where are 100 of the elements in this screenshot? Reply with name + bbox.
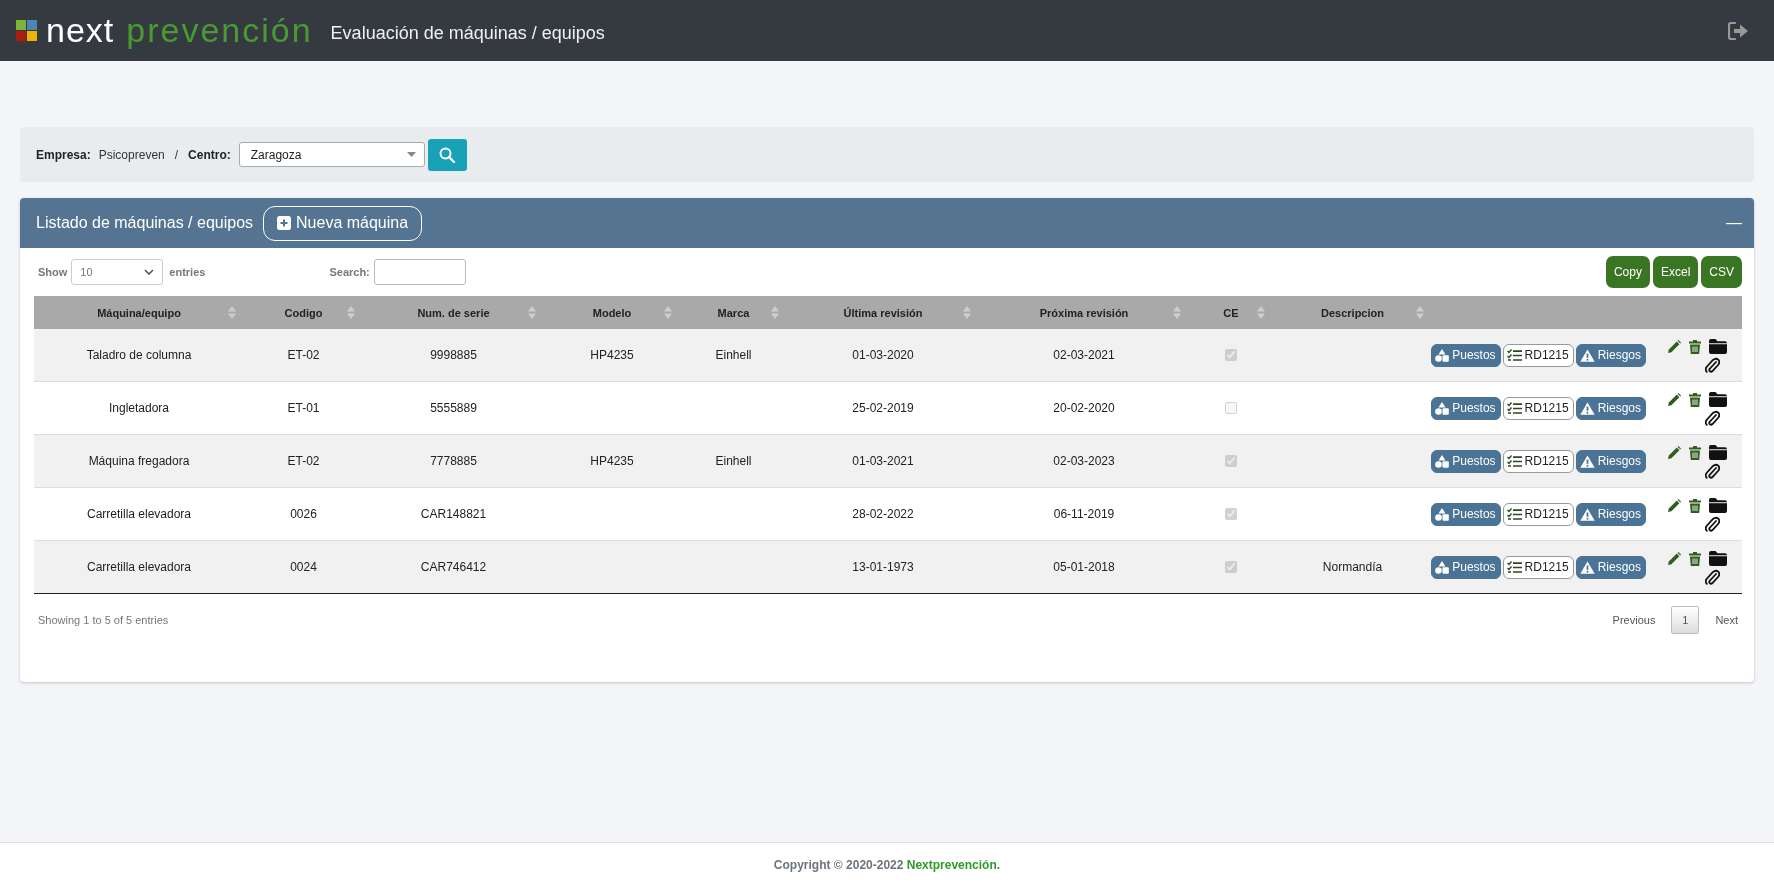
table-cell: 02-03-2023 [1053,454,1115,468]
rd-button[interactable]: RD1215 [1502,396,1574,420]
checklist-icon [1506,560,1522,574]
shapes-icon [1435,401,1450,415]
search-button[interactable] [427,138,467,171]
warning-icon [1579,560,1595,574]
column-header[interactable]: CE [1223,306,1239,319]
search-label: Search: [329,266,370,278]
rd-button[interactable]: RD1215 [1502,555,1574,579]
previous-link[interactable]: Previous [1608,614,1660,626]
pencil-icon[interactable] [1667,551,1681,566]
table-cell: ET-02 [287,454,320,468]
warning-icon [1579,507,1595,521]
card-title: Listado de máquinas / equipos [36,214,254,232]
riesgos-button[interactable]: Riesgos [1575,396,1646,420]
column-header[interactable]: Marca [717,306,750,319]
column-header[interactable]: Descripcion [1321,306,1384,319]
next-link[interactable]: Next [1711,614,1742,626]
entries-label: entries [169,266,206,278]
export-button[interactable]: Copy [1605,256,1650,288]
pencil-icon[interactable] [1667,339,1681,354]
trash-icon[interactable] [1689,445,1701,460]
table-cell: Normandía [1322,560,1383,574]
separator-text: / [174,147,179,162]
shapes-icon [1435,560,1450,574]
table-cell: 01-03-2021 [852,454,914,468]
column-header[interactable]: Codigo [284,306,323,319]
logout-icon[interactable] [1728,21,1750,40]
table-cell: 02-03-2021 [1053,348,1115,362]
riesgos-button[interactable]: Riesgos [1575,555,1646,579]
table-cell: 13-01-1973 [852,560,914,574]
column-header[interactable]: Num. de serie [417,306,490,319]
table-cell: HP4235 [590,348,634,362]
trash-icon[interactable] [1689,551,1701,566]
centro-select[interactable]: Zaragoza [238,142,425,167]
chevron-down-icon [144,269,155,275]
trash-icon[interactable] [1689,392,1701,407]
folder-icon[interactable] [1709,550,1727,566]
paperclip-icon[interactable] [1704,515,1720,533]
paperclip-icon[interactable] [1704,409,1720,427]
rd-button[interactable]: RD1215 [1502,502,1574,526]
warning-icon [1579,348,1595,362]
column-header[interactable]: Modelo [592,306,632,319]
table-cell: 0024 [290,560,317,574]
table-cell: 7778885 [430,454,477,468]
trash-icon[interactable] [1689,339,1701,354]
puestos-button[interactable]: Puestos [1431,396,1501,420]
paperclip-icon[interactable] [1704,568,1720,586]
folder-icon[interactable] [1709,391,1727,407]
table-cell: 5555889 [430,401,477,415]
entries-info: Showing 1 to 5 of 5 entries [38,614,169,626]
search-icon [439,146,456,163]
checklist-icon [1506,454,1522,468]
shapes-icon [1435,454,1450,468]
show-label: Show [38,266,68,278]
column-header[interactable]: Última revisión [843,306,923,319]
trash-icon[interactable] [1689,498,1701,513]
puestos-button[interactable]: Puestos [1431,502,1501,526]
folder-icon[interactable] [1709,497,1727,513]
folder-icon[interactable] [1709,444,1727,460]
column-header[interactable]: Máquina/equipo [97,306,181,319]
table-cell: HP4235 [590,454,634,468]
entries-select[interactable]: 10 [71,259,164,285]
table-cell: Carretilla elevadora [86,507,192,521]
page-button[interactable]: 1 [1671,606,1700,634]
table-cell: Taladro de columna [86,348,192,362]
checklist-icon [1506,507,1522,521]
pencil-icon[interactable] [1667,445,1681,460]
table-cell: Carretilla elevadora [86,560,192,574]
puestos-button[interactable]: Puestos [1431,449,1501,473]
export-button[interactable]: CSV [1701,256,1742,288]
export-button[interactable]: Excel [1652,256,1699,288]
warning-icon [1579,454,1595,468]
puestos-button[interactable]: Puestos [1431,555,1501,579]
search-field[interactable] [373,259,466,285]
rd-button[interactable]: RD1215 [1502,449,1574,473]
column-header[interactable]: Próxima revisión [1039,306,1129,319]
folder-icon[interactable] [1709,338,1727,354]
pencil-icon[interactable] [1667,392,1681,407]
shapes-icon [1435,348,1450,362]
table-cell: 28-02-2022 [852,507,914,521]
paperclip-icon[interactable] [1704,462,1720,480]
new-machine-button[interactable]: Nueva máquina [263,205,423,241]
pencil-icon[interactable] [1667,498,1681,513]
table-cell: Máquina fregadora [88,454,190,468]
collapse-button[interactable]: — [1726,214,1742,232]
riesgos-button[interactable]: Riesgos [1575,502,1646,526]
paperclip-icon[interactable] [1704,356,1720,374]
brand-link[interactable]: Nextprevención. [906,857,1001,872]
table-cell: 9998885 [430,348,477,362]
checklist-icon [1506,401,1522,415]
table-cell: Einhell [715,348,752,362]
rd-button[interactable]: RD1215 [1502,343,1574,367]
puestos-button[interactable]: Puestos [1431,343,1501,367]
riesgos-button[interactable]: Riesgos [1575,449,1646,473]
table-cell: 25-02-2019 [852,401,914,415]
copyright-text: Copyright © 2020-2022 Nextprevención. [773,857,1001,872]
table-cell: ET-02 [287,348,320,362]
table-cell: 06-11-2019 [1053,507,1115,521]
riesgos-button[interactable]: Riesgos [1575,343,1646,367]
